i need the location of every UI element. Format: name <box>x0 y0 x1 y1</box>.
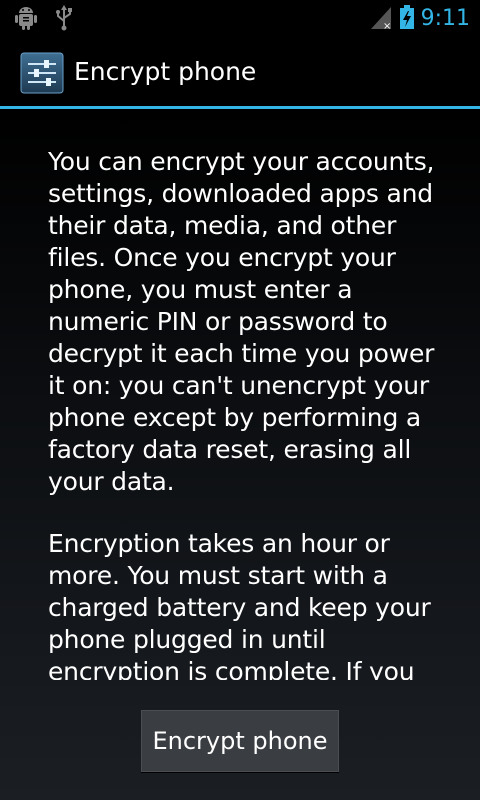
description-paragraph-1: You can encrypt your accounts, settings,… <box>48 147 435 496</box>
page-title: Encrypt phone <box>74 57 257 86</box>
status-clock: 9:11 <box>420 6 470 31</box>
encrypt-content: You can encrypt your accounts, settings,… <box>0 109 480 800</box>
description-scroll[interactable]: You can encrypt your accounts, settings,… <box>48 146 448 680</box>
usb-icon <box>54 5 74 35</box>
status-bar: × 9:11 <box>0 0 480 38</box>
settings-sliders-icon[interactable] <box>20 52 64 94</box>
signal-no-service-icon: × <box>369 3 393 35</box>
notification-icons <box>14 5 74 35</box>
system-icons: × 9:11 <box>369 3 470 35</box>
svg-text:×: × <box>383 21 391 31</box>
action-bar: Encrypt phone <box>0 38 480 109</box>
encrypt-phone-button[interactable]: Encrypt phone <box>141 710 339 772</box>
button-row: Encrypt phone <box>0 710 480 772</box>
android-debug-icon <box>14 5 38 35</box>
battery-charging-icon <box>399 3 415 35</box>
description-paragraph-2: Encryption takes an hour or more. You mu… <box>48 529 431 680</box>
